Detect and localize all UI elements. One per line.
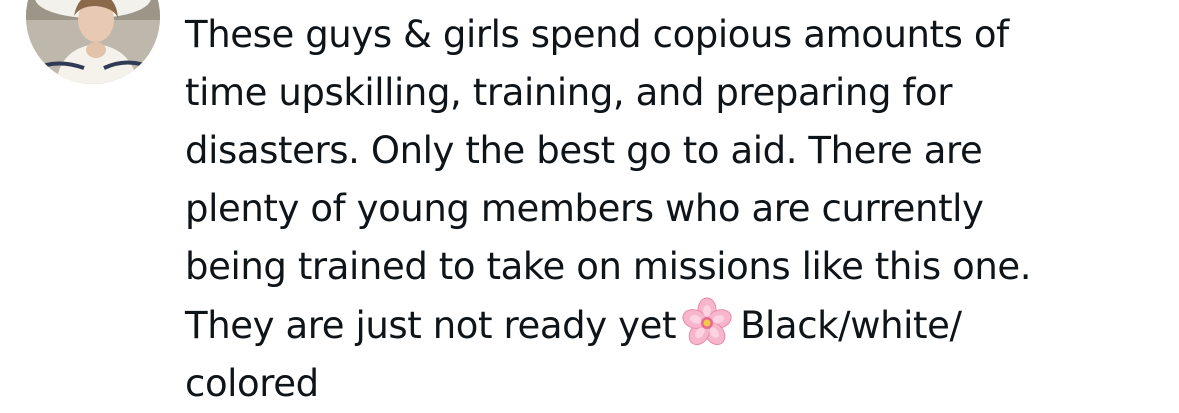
tweet-line-segment: Black/white/ [740,304,962,347]
tweet-line: plenty of young members who are currentl… [185,187,984,230]
avatar-photo [26,0,160,84]
tweet-line: They are just not ready yet Black/white/ [185,296,1145,355]
tweet-line: time upskilling, training, and preparing… [185,71,953,114]
tweet-line-segment: They are just not ready yet [185,304,677,347]
tweet-line: disasters. Only the best go to aid. Ther… [185,129,983,172]
tweet-card: These guys & girls spend copious amounts… [0,0,1179,405]
tweet-line: colored [185,362,319,405]
avatar[interactable] [26,0,160,84]
tweet-line: These guys & girls spend copious amounts… [185,13,1009,56]
cherry-blossom-icon [680,296,734,350]
tweet-line: being trained to take on missions like t… [185,245,1032,288]
tweet-text: These guys & girls spend copious amounts… [185,6,1145,413]
